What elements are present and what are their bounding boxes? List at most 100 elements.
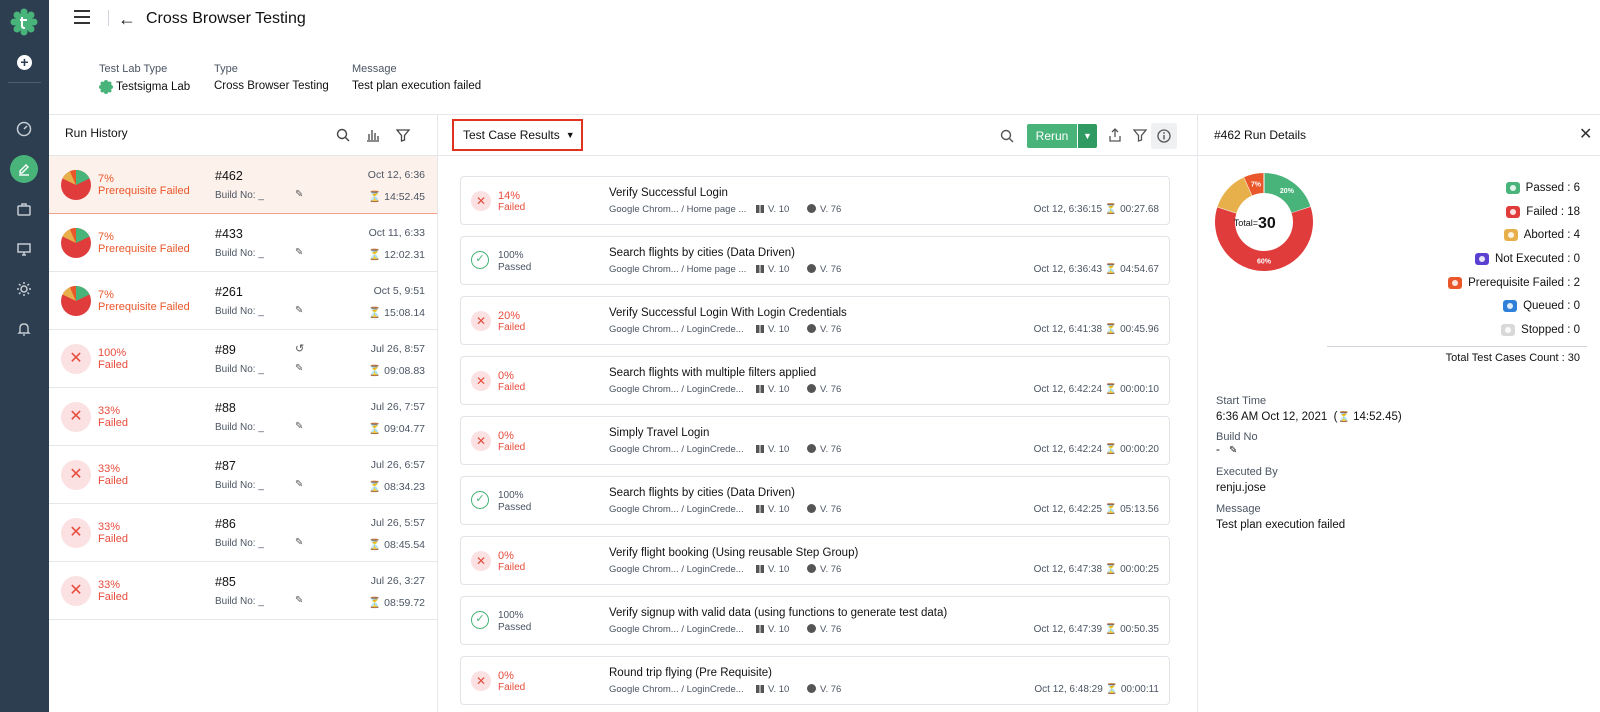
filter-icon[interactable] xyxy=(395,127,411,143)
edit-pencil-icon[interactable]: ✎ xyxy=(295,479,303,490)
legend-item[interactable]: Failed : 18 xyxy=(1448,200,1580,224)
edit-pencil-icon[interactable]: ✎ xyxy=(295,537,303,548)
hourglass-icon: ⏳ xyxy=(368,307,382,319)
test-case-card[interactable]: ✕ 0% Failed Search flights with multiple … xyxy=(460,356,1170,405)
meta-label: Message xyxy=(352,63,397,75)
donut-total-value: 30 xyxy=(1258,215,1276,232)
testsigma-logo-icon[interactable] xyxy=(10,8,38,36)
run-history-row[interactable]: 7% Prerequisite Failed #261 Build No: _ … xyxy=(49,272,437,330)
edit-run-icon[interactable] xyxy=(14,159,34,179)
eye-icon[interactable] xyxy=(1503,300,1518,313)
hourglass-icon: ⏳ xyxy=(368,249,382,261)
case-duration-text: 00:00:20 xyxy=(1120,444,1159,455)
eye-icon[interactable] xyxy=(1503,229,1518,242)
test-case-card[interactable]: ✓ 100% Passed Verify signup with valid da… xyxy=(460,596,1170,645)
case-name[interactable]: Verify flight booking (Using reusable St… xyxy=(609,547,858,559)
legend-item[interactable]: Prerequisite Failed : 2 xyxy=(1448,271,1580,295)
eye-icon[interactable] xyxy=(1501,323,1516,336)
notification-bell-icon[interactable] xyxy=(14,319,34,339)
run-history-row[interactable]: 7% Prerequisite Failed #433 Build No: _ … xyxy=(49,214,437,272)
eye-icon[interactable] xyxy=(1448,276,1463,289)
search-icon[interactable] xyxy=(999,128,1015,144)
filter-icon[interactable] xyxy=(1132,127,1148,143)
run-duration-text: 08:34.23 xyxy=(384,481,425,493)
legend-item[interactable]: Passed : 6 xyxy=(1448,176,1580,200)
case-name[interactable]: Verify Successful Login With Login Crede… xyxy=(609,307,847,319)
meta-value: Cross Browser Testing xyxy=(214,80,329,92)
test-case-card[interactable]: ✕ 0% Failed Round trip flying (Pre Requis… xyxy=(460,656,1170,705)
legend-item[interactable]: Aborted : 4 xyxy=(1448,223,1580,247)
run-id[interactable]: #85 xyxy=(215,575,236,589)
run-history-row[interactable]: ✕ 33% Failed #85 Build No: _ ✎ Jul 26, 3:… xyxy=(49,562,437,620)
run-id[interactable]: #88 xyxy=(215,401,236,415)
briefcase-icon[interactable] xyxy=(14,199,34,219)
close-icon[interactable]: ✕ xyxy=(1579,124,1592,144)
test-case-card[interactable]: ✓ 100% Passed Search flights by cities (D… xyxy=(460,236,1170,285)
legend-item[interactable]: Queued : 0 xyxy=(1448,294,1580,318)
run-status: Prerequisite Failed xyxy=(98,243,190,255)
run-id[interactable]: #462 xyxy=(215,169,243,183)
os-version-text: V. 10 xyxy=(768,384,790,395)
back-arrow-icon[interactable]: ← xyxy=(118,9,136,30)
run-id[interactable]: #89 xyxy=(215,343,236,357)
run-id[interactable]: #86 xyxy=(215,517,236,531)
run-history-row[interactable]: ✕ 100% Failed #89 Build No: _ ✎ ↺ Jul 26,… xyxy=(49,330,437,388)
eye-icon[interactable] xyxy=(1506,205,1521,218)
case-timestamp: Oct 12, 6:47:39 ⏳ 00:50.35 xyxy=(1034,624,1159,635)
test-case-card[interactable]: ✕ 14% Failed Verify Successful Login Goog… xyxy=(460,176,1170,225)
monitor-icon[interactable] xyxy=(14,239,34,259)
test-case-card[interactable]: ✓ 100% Passed Search flights by cities (D… xyxy=(460,476,1170,525)
case-timestamp: Oct 12, 6:42:25 ⏳ 05:13.56 xyxy=(1034,504,1159,515)
eye-icon[interactable] xyxy=(1474,252,1489,265)
case-name[interactable]: Verify Successful Login xyxy=(609,187,728,199)
edit-pencil-icon[interactable]: ✎ xyxy=(1229,445,1237,456)
run-id[interactable]: #261 xyxy=(215,285,243,299)
test-case-results-dropdown[interactable]: Test Case Results ▼ xyxy=(452,119,583,151)
export-upload-icon[interactable] xyxy=(1107,127,1123,143)
run-build-no: Build No: _ xyxy=(215,190,264,201)
case-name[interactable]: Round trip flying (Pre Requisite) xyxy=(609,667,772,679)
edit-pencil-icon[interactable]: ✎ xyxy=(295,189,303,200)
edit-pencil-icon[interactable]: ✎ xyxy=(295,305,303,316)
case-name[interactable]: Search flights by cities (Data Driven) xyxy=(609,487,795,499)
test-case-card[interactable]: ✕ 20% Failed Verify Successful Login With… xyxy=(460,296,1170,345)
test-case-card[interactable]: ✕ 0% Failed Verify flight booking (Using … xyxy=(460,536,1170,585)
run-history-row[interactable]: ✕ 33% Failed #87 Build No: _ ✎ Jul 26, 6:… xyxy=(49,446,437,504)
run-history-row[interactable]: ✕ 33% Failed #88 Build No: _ ✎ Jul 26, 7:… xyxy=(49,388,437,446)
legend-item[interactable]: Stopped : 0 xyxy=(1448,318,1580,342)
edit-pencil-icon[interactable]: ✎ xyxy=(295,421,303,432)
rerun-options-button[interactable]: ▼ xyxy=(1078,124,1097,148)
edit-pencil-icon[interactable]: ✎ xyxy=(295,595,303,606)
case-browser-version: V. 76 xyxy=(807,684,841,695)
hourglass-icon: ⏳ xyxy=(368,597,382,609)
dashboard-icon[interactable] xyxy=(14,119,34,139)
case-time-text: Oct 12, 6:47:39 xyxy=(1033,624,1103,635)
build-no-text: - xyxy=(1216,444,1220,456)
case-name[interactable]: Search flights with multiple filters app… xyxy=(609,367,816,379)
settings-gear-icon[interactable] xyxy=(14,279,34,299)
case-name[interactable]: Simply Travel Login xyxy=(609,427,709,439)
hamburger-menu-icon[interactable] xyxy=(74,10,90,24)
run-id[interactable]: #87 xyxy=(215,459,236,473)
add-icon[interactable]: + xyxy=(17,55,32,70)
rerun-button[interactable]: Rerun xyxy=(1027,124,1077,148)
run-duration-text: 14:52.45 xyxy=(384,191,425,203)
eye-icon[interactable] xyxy=(1505,181,1520,194)
legend-item[interactable]: Not Executed : 0 xyxy=(1448,247,1580,271)
edit-pencil-icon[interactable]: ✎ xyxy=(295,247,303,258)
hourglass-icon: ⏳ xyxy=(1104,384,1118,395)
bar-chart-icon[interactable] xyxy=(365,127,381,143)
caret-down-icon: ▼ xyxy=(565,130,575,140)
search-icon[interactable] xyxy=(335,127,351,143)
test-case-card[interactable]: ✕ 0% Failed Simply Travel Login Google Ch… xyxy=(460,416,1170,465)
run-history-row[interactable]: ✕ 33% Failed #86 Build No: _ ✎ Jul 26, 5:… xyxy=(49,504,437,562)
case-name[interactable]: Search flights by cities (Data Driven) xyxy=(609,247,795,259)
info-icon[interactable] xyxy=(1156,128,1172,144)
case-name[interactable]: Verify signup with valid data (using fun… xyxy=(609,607,947,619)
edit-pencil-icon[interactable]: ✎ xyxy=(295,363,303,374)
failed-x-icon: ✕ xyxy=(471,671,491,691)
run-id[interactable]: #433 xyxy=(215,227,243,241)
run-history-row[interactable]: 7% Prerequisite Failed #462 Build No: _ … xyxy=(49,156,437,214)
case-pass-percent: 0% xyxy=(498,670,514,682)
run-duration: ⏳ 09:08.83 xyxy=(368,364,425,377)
